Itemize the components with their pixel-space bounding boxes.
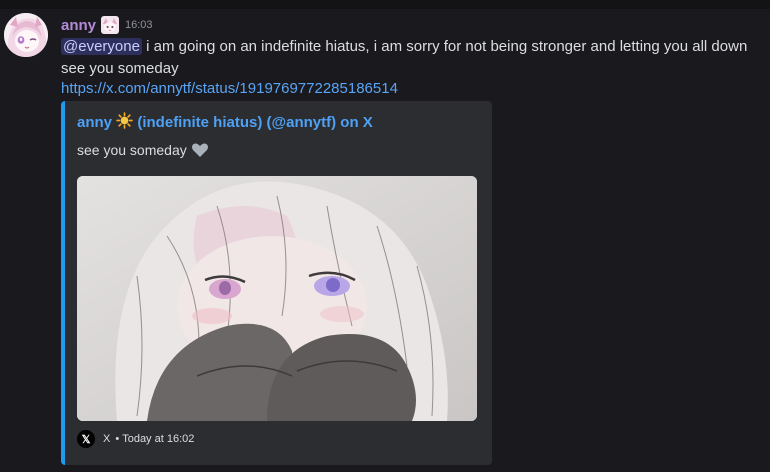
top-divider [0, 0, 770, 9]
embed-footer: 𝕏 X • Today at 16:02 [77, 430, 194, 448]
status-link[interactable]: https://x.com/annytf/status/191976977228… [61, 79, 398, 99]
embed-footer-source: X [103, 433, 111, 445]
link-embed: anny (indefinite hiatus) (@annytf) on X … [61, 101, 492, 465]
role-badge-icon[interactable] [101, 16, 120, 34]
footer-separator: • [115, 433, 120, 445]
embed-description: see you someday [77, 142, 209, 158]
chat-message[interactable]: anny 16:03 @everyone i am going on an in… [0, 9, 770, 472]
username[interactable]: anny [61, 17, 96, 34]
message-content: @everyone i am going on an indefinite hi… [61, 36, 766, 80]
embed-image[interactable] [77, 176, 477, 421]
embed-author[interactable]: anny (indefinite hiatus) (@annytf) on X [77, 112, 373, 131]
message-timestamp[interactable]: 16:03 [125, 19, 153, 31]
x-logo-icon: 𝕏 [77, 430, 95, 448]
embed-author-rest: (indefinite hiatus) (@annytf) on X [137, 114, 373, 131]
embed-description-text: see you someday [77, 142, 187, 158]
everyone-mention[interactable]: @everyone [61, 38, 142, 55]
message-text: i am going on an indefinite hiatus, i am… [141, 38, 748, 55]
embed-footer-time: Today at 16:02 [122, 433, 195, 445]
sun-emoji-icon [116, 112, 137, 131]
avatar-image [4, 13, 48, 57]
embed-author-name: anny [77, 114, 113, 131]
message-header: anny 16:03 [61, 14, 153, 36]
message-text-line2: see you someday [61, 60, 179, 77]
grey-heart-emoji-icon [191, 142, 209, 158]
anime-illustration-image [77, 176, 477, 421]
avatar[interactable] [4, 13, 48, 57]
